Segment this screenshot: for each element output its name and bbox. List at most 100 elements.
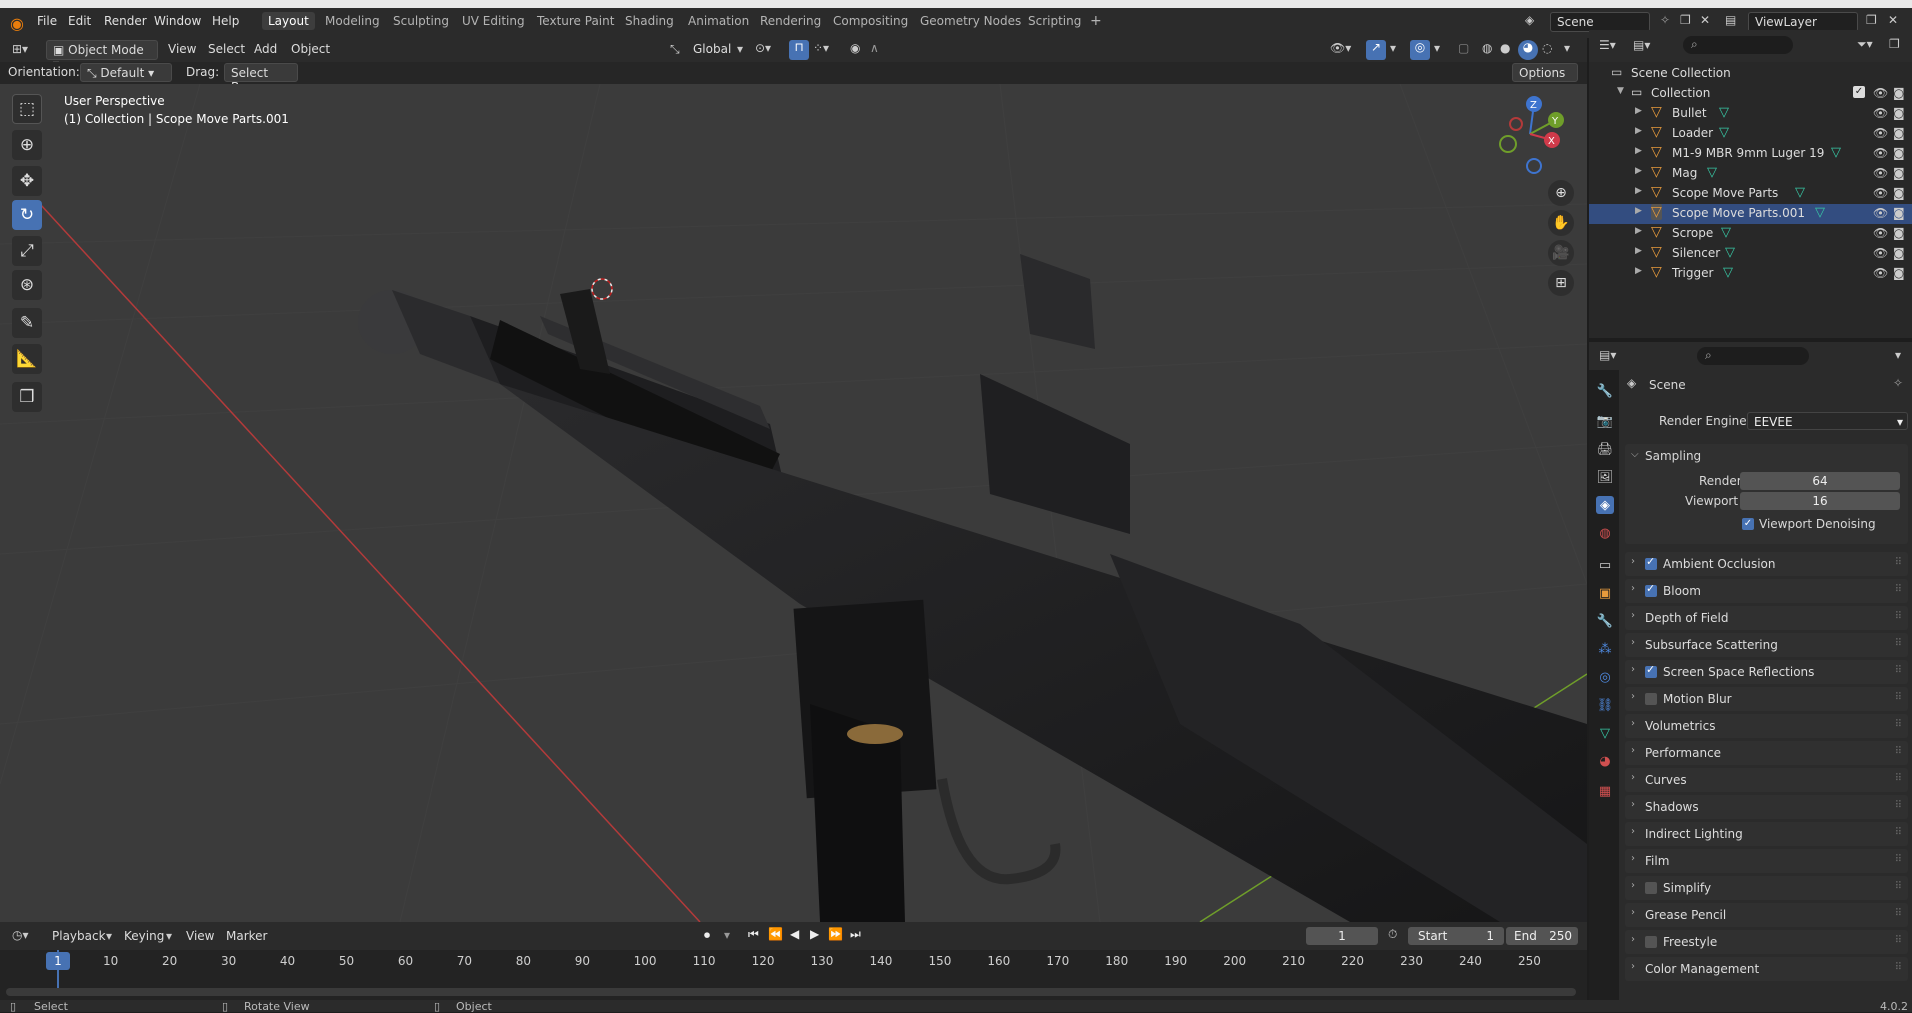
mesh-data-icon[interactable]: ▽ xyxy=(1831,145,1841,160)
scene-name-field[interactable]: Scene xyxy=(1550,12,1650,32)
eye-icon[interactable]: 👁 xyxy=(1873,186,1888,200)
jump-start-icon[interactable]: ⏮ xyxy=(748,927,759,942)
timeline-menu-view[interactable]: View xyxy=(186,929,214,943)
mesh-data-icon[interactable]: ▽ xyxy=(1723,265,1733,280)
chevron-right-icon[interactable]: › xyxy=(1631,556,1635,567)
panel-subsurface-scattering[interactable]: › Subsurface Scattering ⠿ xyxy=(1625,633,1908,657)
move-icon[interactable]: ✥ xyxy=(12,166,42,196)
camera-icon[interactable]: ◙ xyxy=(1893,106,1905,120)
start-frame-field[interactable]: Start 1 xyxy=(1408,927,1504,945)
scene-selector-icon[interactable]: ◈ xyxy=(1525,13,1534,27)
output-tab-icon[interactable]: 🖨 xyxy=(1596,440,1614,458)
mesh-data-icon[interactable]: ▽ xyxy=(1815,205,1825,220)
chevron-right-icon[interactable]: › xyxy=(1631,799,1635,810)
panel-enable-checkbox[interactable] xyxy=(1645,582,1657,597)
eye-icon[interactable]: 👁 xyxy=(1873,86,1888,100)
world-tab-icon[interactable]: ◍ xyxy=(1596,524,1614,542)
mesh-data-icon[interactable]: ▽ xyxy=(1725,245,1735,260)
chevron-right-icon[interactable]: › xyxy=(1631,691,1635,702)
outliner-editor-icon[interactable]: ☰▾ xyxy=(1599,38,1616,52)
camera-view-icon[interactable]: 🎥 xyxy=(1548,240,1574,266)
camera-icon[interactable]: ◙ xyxy=(1893,86,1905,100)
chevron-down-icon[interactable]: ▾ xyxy=(1564,41,1570,55)
exclude-checkbox-icon[interactable]: ✓ xyxy=(1853,86,1865,98)
panel-grease-pencil[interactable]: › Grease Pencil ⠿ xyxy=(1625,903,1908,927)
mesh-data-icon[interactable]: ▽ xyxy=(1719,125,1729,140)
delete-scene-icon[interactable]: ✕ xyxy=(1700,13,1710,27)
outliner-item[interactable]: ▶ ▽ Loader ▽ 👁 ◙ xyxy=(1589,124,1912,144)
gizmo-toggle-icon[interactable]: ↗ xyxy=(1366,40,1386,60)
3d-viewport[interactable]: User Perspective (1) Collection | Scope … xyxy=(0,84,1587,922)
drag-handle-icon[interactable]: ⠿ xyxy=(1895,746,1902,757)
drag-handle-icon[interactable]: ⠿ xyxy=(1895,692,1902,703)
workspace-tab-scripting[interactable]: Scripting xyxy=(1028,14,1081,28)
drag-handle-icon[interactable]: ⠿ xyxy=(1895,557,1902,568)
next-keyframe-icon[interactable]: ⏩ xyxy=(828,927,843,941)
chevron-right-icon[interactable]: › xyxy=(1631,583,1635,594)
expand-arrow-icon[interactable]: ▶ xyxy=(1635,126,1642,136)
data-tab-icon[interactable]: ▽ xyxy=(1596,724,1614,742)
chevron-expanded-icon[interactable]: ⌵ xyxy=(1631,449,1639,460)
menu-render[interactable]: Render xyxy=(104,14,147,28)
panel-enable-checkbox[interactable] xyxy=(1645,882,1657,894)
workspace-tab-sculpting[interactable]: Sculpting xyxy=(393,14,449,28)
new-scene-icon[interactable]: ❐ xyxy=(1680,13,1691,27)
new-collection-icon[interactable]: ❐ xyxy=(1889,37,1900,51)
eye-icon[interactable]: 👁 xyxy=(1873,106,1888,120)
drag-dropdown[interactable]: Select Box ▾ xyxy=(224,63,298,94)
viewport-menu-select[interactable]: Select xyxy=(208,42,245,56)
camera-icon[interactable]: ◙ xyxy=(1893,266,1905,280)
current-frame-field[interactable]: 1 xyxy=(1306,927,1378,945)
perspective-toggle-icon[interactable]: ⊞ xyxy=(1548,270,1574,296)
add-workspace-icon[interactable]: + xyxy=(1090,13,1102,29)
drag-handle-icon[interactable]: ⠿ xyxy=(1895,584,1902,595)
expand-arrow-icon[interactable]: ▶ xyxy=(1635,106,1642,116)
scale-icon[interactable]: ⤢ xyxy=(12,236,42,266)
material-tab-icon[interactable]: ◕ xyxy=(1596,752,1614,770)
outliner-search-input[interactable]: ⌕ xyxy=(1683,36,1793,54)
chevron-down-icon[interactable]: ▾ xyxy=(1434,41,1440,55)
transform-orientation-dropdown[interactable]: Global xyxy=(693,42,731,56)
mesh-data-icon[interactable]: ▽ xyxy=(1719,105,1729,120)
pivot-point-icon[interactable]: ⊙▾ xyxy=(755,41,771,55)
expand-arrow-icon[interactable]: ▶ xyxy=(1635,146,1642,156)
panel-indirect-lighting[interactable]: › Indirect Lighting ⠿ xyxy=(1625,822,1908,846)
workspace-tab-uv-editing[interactable]: UV Editing xyxy=(462,14,525,28)
chevron-down-icon[interactable]: ▾ xyxy=(724,928,730,942)
play-reverse-icon[interactable]: ◀ xyxy=(790,927,799,941)
view-layer-field[interactable]: ViewLayer xyxy=(1748,12,1858,32)
render-engine-dropdown[interactable]: EEVEE ▾ xyxy=(1747,412,1908,430)
tool-tab-icon[interactable]: 🔧 xyxy=(1596,382,1614,400)
eye-icon[interactable]: 👁 xyxy=(1873,246,1888,260)
end-frame-field[interactable]: End 250 xyxy=(1506,927,1578,945)
workspace-tab-shading[interactable]: Shading xyxy=(625,14,674,28)
play-icon[interactable]: ▶ xyxy=(810,927,819,941)
properties-editor-icon[interactable]: ▤▾ xyxy=(1599,348,1616,362)
outliner-item[interactable]: ▶ ▽ Mag ▽ 👁 ◙ xyxy=(1589,164,1912,184)
sampling-header[interactable]: Sampling xyxy=(1645,449,1701,463)
panel-curves[interactable]: › Curves ⠿ xyxy=(1625,768,1908,792)
panel-shadows[interactable]: › Shadows ⠿ xyxy=(1625,795,1908,819)
chevron-right-icon[interactable]: › xyxy=(1631,880,1635,891)
eye-icon[interactable]: 👁 xyxy=(1873,226,1888,240)
drag-handle-icon[interactable]: ⠿ xyxy=(1895,881,1902,892)
expand-arrow-icon[interactable]: ▶ xyxy=(1635,226,1642,236)
workspace-tab-modeling[interactable]: Modeling xyxy=(325,14,380,28)
panel-color-management[interactable]: › Color Management ⠿ xyxy=(1625,957,1908,981)
panel-freestyle[interactable]: › Freestyle ⠿ xyxy=(1625,930,1908,954)
panel-enable-checkbox[interactable] xyxy=(1645,663,1657,678)
drag-handle-icon[interactable]: ⠿ xyxy=(1895,800,1902,811)
chevron-right-icon[interactable]: › xyxy=(1631,961,1635,972)
panel-performance[interactable]: › Performance ⠿ xyxy=(1625,741,1908,765)
eye-icon[interactable]: 👁 xyxy=(1873,146,1888,160)
camera-icon[interactable]: ◙ xyxy=(1893,206,1905,220)
outliner-item[interactable]: ▶ ▽ Scrope ▽ 👁 ◙ xyxy=(1589,224,1912,244)
viewport-denoising-checkbox[interactable]: ✓ xyxy=(1742,518,1754,530)
outliner-item[interactable]: ▶ ▽ M1-9 MBR 9mm Luger 19 ▽ 👁 ◙ xyxy=(1589,144,1912,164)
outliner-scene-collection[interactable]: ▭ Scene Collection xyxy=(1589,64,1912,84)
timeline-menu-marker[interactable]: Marker xyxy=(226,929,267,943)
snap-toggle-icon[interactable]: ⊓ xyxy=(789,40,809,60)
chevron-right-icon[interactable]: › xyxy=(1631,853,1635,864)
delete-view-layer-icon[interactable]: ✕ xyxy=(1888,13,1898,27)
prev-keyframe-icon[interactable]: ⏪ xyxy=(768,927,783,941)
